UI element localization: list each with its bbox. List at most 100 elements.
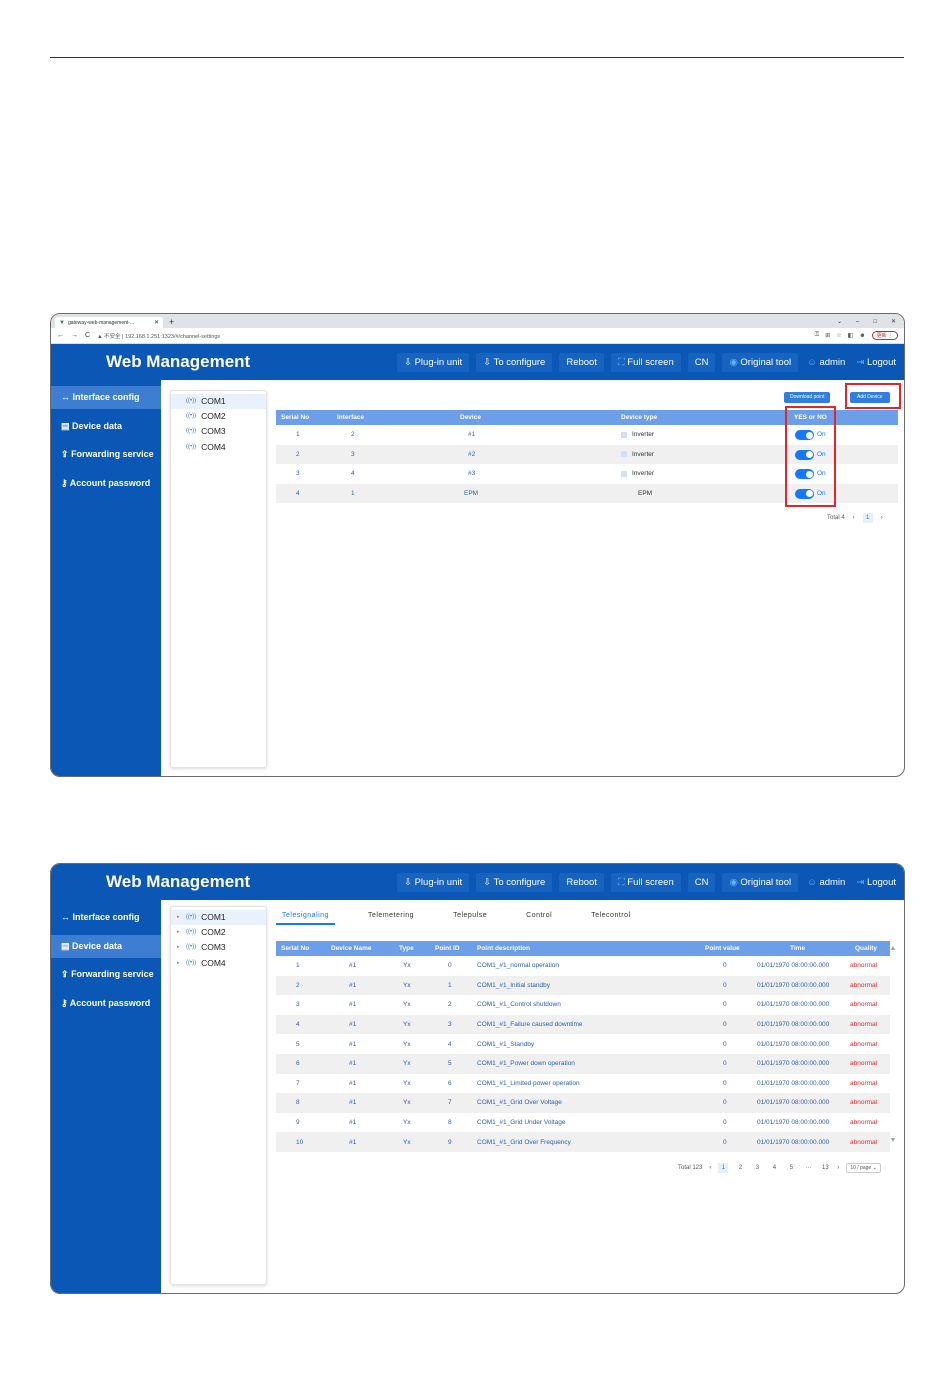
table-row[interactable]: 4 #1 Yx 3 COM1_#1_Failure caused downtime 0 01…	[276, 1014, 890, 1035]
sidebar-item-account-password[interactable]: ⚷ Account password	[51, 992, 161, 1015]
cell-device-name: #1	[349, 1099, 357, 1107]
sidebar-item-interface-config[interactable]: ↔ Interface config	[51, 386, 161, 409]
expand-arrow-icon[interactable]: ▸	[177, 940, 186, 955]
key-icon[interactable]: ⚿	[815, 332, 820, 339]
full-screen-button[interactable]: ⛶ Full screen	[610, 872, 681, 892]
table-row[interactable]: 7 #1 Yx 6 COM1_#1_Limited power operation 0 01…	[276, 1074, 890, 1094]
tree-item-com4[interactable]: ▸ ((•)) COM4	[171, 956, 266, 971]
table-scrollbar[interactable]	[891, 946, 895, 1142]
table-row[interactable]: 2 #1 Yx 1 COM1_#1_Initial standby 0 01/01/1970…	[276, 975, 890, 996]
logout-icon: ⇥	[856, 876, 867, 888]
page-13[interactable]: 13	[820, 1163, 830, 1173]
language-button[interactable]: CN	[687, 352, 716, 372]
cell-point-id: 1	[448, 981, 452, 989]
sidebar-item-account-password[interactable]: ⚷ Account password	[51, 472, 161, 495]
close-window-icon[interactable]: ✕	[891, 317, 896, 328]
to-configure-button[interactable]: ⇩ To configure	[476, 872, 553, 892]
cell-serial: 3	[296, 470, 300, 478]
table-row[interactable]: 3 #1 Yx 2 COM1_#1_Control shutdown 0 01/01/197…	[276, 995, 890, 1015]
maximize-icon[interactable]: □	[873, 317, 877, 328]
profile-icon[interactable]: ☻	[859, 333, 865, 339]
tree-item-com3[interactable]: ((•)) COM3	[171, 424, 266, 439]
page-ellipsis[interactable]: ···	[803, 1163, 813, 1173]
page-4[interactable]: 4	[769, 1163, 779, 1173]
app-header: Web Management ⇩ Plug-in unit ⇩ To confi…	[51, 344, 904, 380]
page-5[interactable]: 5	[786, 1163, 796, 1173]
plugin-unit-button[interactable]: ⇩ Plug-in unit	[397, 872, 470, 892]
expand-arrow-icon[interactable]: ▸	[177, 956, 186, 971]
download-point-button[interactable]: Download point	[784, 392, 831, 403]
sidebar-item-device-data[interactable]: ▤ Device data	[51, 934, 161, 958]
tree-item-com1[interactable]: ((•)) COM1	[171, 394, 266, 410]
reboot-button[interactable]: Reboot	[559, 352, 604, 372]
admin-user[interactable]: ☺ admin	[805, 353, 847, 372]
update-button[interactable]: 更新 ⋮	[871, 331, 898, 340]
cell-time: 01/01/1970 08:00:00.000	[757, 1079, 830, 1087]
page-1[interactable]: 1	[862, 513, 873, 523]
forward-icon[interactable]: →	[71, 332, 78, 339]
sidebar-item-label: Device data	[72, 940, 123, 951]
cell-point-value: 0	[723, 981, 727, 989]
sidepanel-icon[interactable]: ◧	[848, 332, 854, 339]
cell-time: 01/01/1970 08:00:00.000	[757, 1060, 830, 1068]
close-tab-icon[interactable]: ✕	[154, 319, 159, 326]
device-type-icon	[621, 451, 627, 458]
table-row[interactable]: 5 #1 Yx 4 COM1_#1_Standby 0 01/01/1970 08:00:0…	[276, 1034, 890, 1054]
tab-telemetering[interactable]: Telemetering	[362, 912, 420, 923]
next-page-icon[interactable]: ›	[881, 515, 883, 521]
original-tool-button[interactable]: ◉ Original tool	[722, 352, 799, 372]
table-row[interactable]: 6 #1 Yx 5 COM1_#1_Power down operation 0 01/01…	[276, 1053, 890, 1074]
col-device-name: Device Name	[331, 945, 372, 952]
language-button[interactable]: CN	[687, 872, 716, 892]
highlight-box-yes-no	[785, 406, 836, 507]
full-screen-button[interactable]: ⛶ Full screen	[610, 352, 681, 372]
minimize-icon[interactable]: –	[856, 317, 859, 328]
reboot-button[interactable]: Reboot	[559, 872, 604, 892]
sidebar-item-device-data[interactable]: ▤ Device data	[51, 415, 161, 438]
cell-point-description: COM1_#1_Initial standby	[477, 981, 550, 989]
back-icon[interactable]: ←	[57, 332, 64, 339]
logout-button[interactable]: ⇥ Logout	[854, 353, 898, 372]
tree-item-com1[interactable]: ▸ ((•)) COM1	[171, 910, 266, 926]
table-row[interactable]: 10 #1 Yx 9 COM1_#1_Grid Over Frequency 0 01/01…	[276, 1132, 890, 1152]
table-row[interactable]: 9 #1 Yx 8 COM1_#1_Grid Under Voltage 0 01/01/1…	[276, 1113, 890, 1133]
tab-control[interactable]: Control	[520, 912, 558, 923]
original-tool-button[interactable]: ◉ Original tool	[722, 872, 799, 892]
tree-item-com3[interactable]: ▸ ((•)) COM3	[171, 940, 266, 955]
to-configure-button[interactable]: ⇩ To configure	[476, 352, 553, 372]
prev-page-icon[interactable]: ‹	[709, 1165, 711, 1171]
sidebar-item-interface-config[interactable]: ↔ Interface config	[51, 906, 161, 929]
new-tab-button[interactable]: +	[169, 317, 174, 328]
browser-tab[interactable]: ▼ gateway-web-management-... ✕	[55, 317, 163, 328]
sidebar-item-forwarding-service[interactable]: ⇪ Forwarding service	[51, 963, 161, 986]
translate-icon[interactable]: ⊞	[825, 332, 830, 339]
plugin-unit-button[interactable]: ⇩ Plug-in unit	[397, 352, 470, 372]
cell-point-description: COM1_#1_Grid Over Voltage	[477, 1099, 562, 1107]
next-page-icon[interactable]: ›	[837, 1165, 839, 1171]
star-icon[interactable]: ☆	[836, 332, 841, 339]
admin-user[interactable]: ☺ admin	[805, 873, 847, 892]
sidebar-item-forwarding-service[interactable]: ⇪ Forwarding service	[51, 443, 161, 466]
table-row[interactable]: 1 #1 Yx 0 COM1_#1_normal operation 0 01/01/197…	[276, 956, 890, 976]
cell-interface: 4	[351, 470, 355, 478]
tab-telecontrol[interactable]: Telecontrol	[585, 912, 636, 923]
page-size-select[interactable]: 10 / page ⌄	[846, 1163, 881, 1173]
cell-type: Yx	[403, 1099, 411, 1107]
page-3[interactable]: 3	[752, 1163, 762, 1173]
tab-telepulse[interactable]: Telepulse	[447, 912, 493, 923]
page-2[interactable]: 2	[735, 1163, 745, 1173]
tab-telesignaling[interactable]: Telesignaling	[276, 912, 335, 925]
tab-search-icon[interactable]: ⌄	[837, 317, 842, 328]
page-1[interactable]: 1	[718, 1163, 729, 1173]
table-row[interactable]: 8 #1 Yx 7 COM1_#1_Grid Over Voltage 0 01/01/19…	[276, 1093, 890, 1113]
logout-button[interactable]: ⇥ Logout	[854, 873, 898, 892]
reload-icon[interactable]: C	[85, 332, 90, 339]
cell-type: Yx	[403, 1040, 411, 1048]
tree-item-com2[interactable]: ((•)) COM2	[171, 409, 266, 424]
tree-item-com4[interactable]: ((•)) COM4	[171, 440, 266, 455]
tree-item-com2[interactable]: ▸ ((•)) COM2	[171, 925, 266, 940]
url-field[interactable]: ▲ 不安全 | 192.168.1.251:1323/#/channel-set…	[97, 332, 808, 340]
expand-arrow-icon[interactable]: ▸	[177, 910, 186, 925]
prev-page-icon[interactable]: ‹	[853, 515, 855, 521]
expand-arrow-icon[interactable]: ▸	[177, 925, 186, 940]
